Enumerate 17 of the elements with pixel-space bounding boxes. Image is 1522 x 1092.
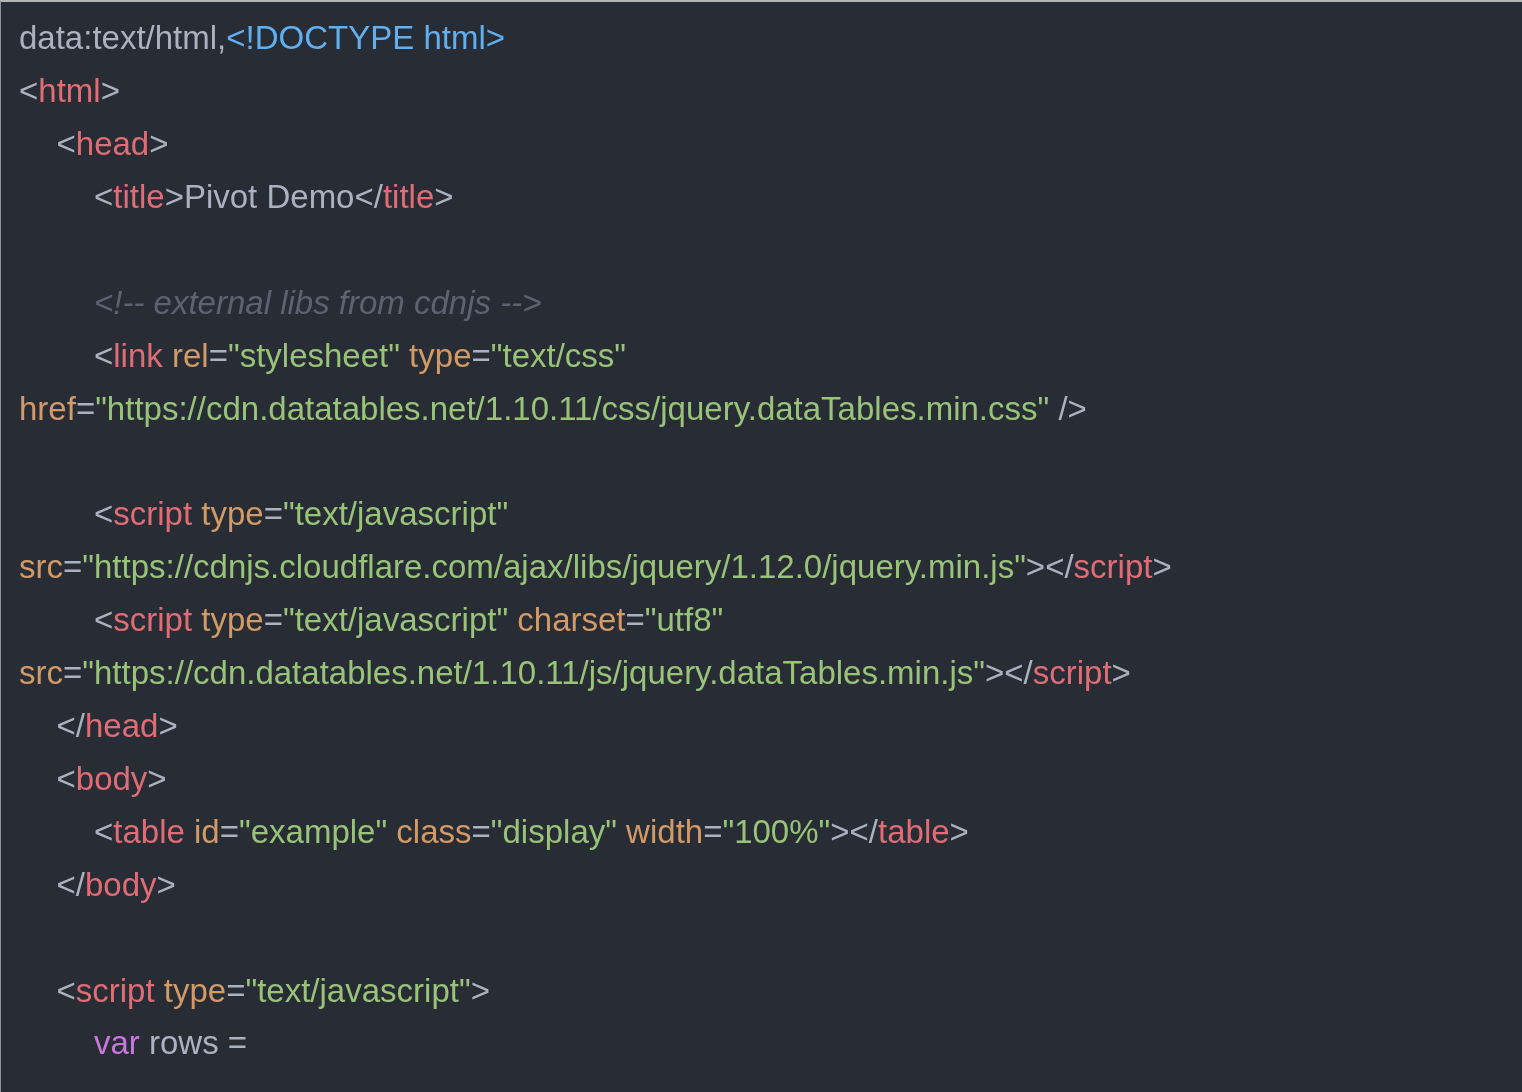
code-line: <table id="example" class="display" width="100%"></table> <box>94 812 969 851</box>
code-line: <html> <box>19 72 120 111</box>
code-line: <script type="text/javascript" charset="utf8" <box>94 601 724 640</box>
code-line: <script type="text/javascript"> <box>56 971 490 1010</box>
code-line: src="https://cdn.datatables.net/1.10.11/js/jquery.dataTables.min.js"></script> <box>19 654 1131 693</box>
code-line: <script type="text/javascript" <box>94 495 509 534</box>
code-line: src="https://cdnjs.cloudflare.com/ajax/libs/jquery/1.12.0/jquery.min.js"></script> <box>19 548 1172 587</box>
code-line: </head> <box>56 707 178 745</box>
code-line: var rows = <box>94 1024 248 1063</box>
code-line: data:text/html,<!DOCTYPE html> <box>19 19 505 58</box>
code-line: <head> <box>56 125 169 164</box>
code-line: <title>Pivot Demo</title> <box>94 178 454 217</box>
code-line: <!-- external libs from cdnjs --> <box>94 283 542 322</box>
code-line: href="https://cdn.datatables.net/1.10.11/css/jquery.dataTables.min.css" /> <box>19 389 1087 428</box>
code-line: <link rel="stylesheet" type="text/css" <box>94 336 627 375</box>
code-line: </body> <box>56 865 176 904</box>
code-line: <body> <box>56 759 167 798</box>
